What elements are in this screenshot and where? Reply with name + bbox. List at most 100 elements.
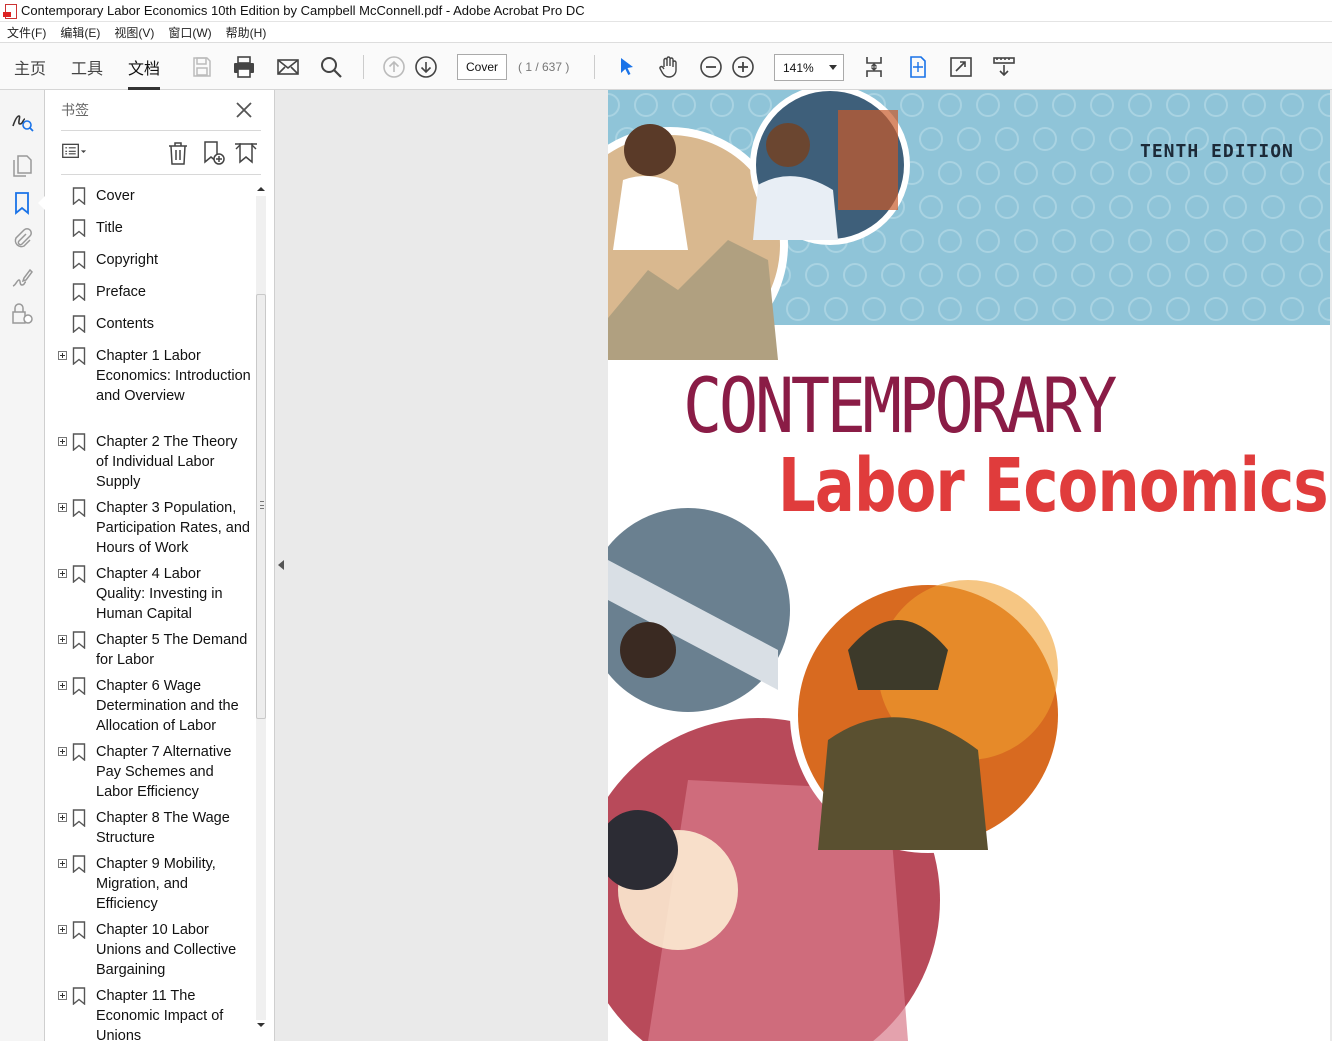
author-1: Campbell R. McConnell [996,851,1280,886]
bookmarks-panel: 书签 Cover Title Copyright Preface Contents Cha… [45,90,275,1041]
toolbar-separator [594,55,595,79]
expand-plus-icon[interactable] [58,569,67,578]
tab-home[interactable]: 主页 [14,43,46,90]
bookmark-label: Copyright [96,252,159,268]
tab-document[interactable]: 文档 [128,43,161,90]
author-2-last: Brue [1218,896,1280,931]
menu-file[interactable]: 文件(F) [0,24,53,41]
photo-teacher-shirt [613,176,688,250]
expand-plus-icon[interactable] [58,635,67,644]
expand-bookmark-icon[interactable] [233,140,259,166]
bookmark-icon [72,283,86,302]
bookmark-label: Cover [96,188,135,204]
main-toolbar: 主页 工具 文档 Cover ( 1 / 637 ) 141% [0,42,1332,90]
author-3-first: David A. [1014,940,1113,975]
navigation-pane-rail [0,90,45,1041]
bookmark-label: Chapter 8 The Wage Structure [96,810,230,846]
window-titlebar: Contemporary Labor Economics 10th Editio… [0,0,1332,22]
bookmark-icon [72,315,86,334]
email-icon[interactable] [275,54,301,80]
scroll-up-icon[interactable] [257,187,265,191]
panel-divider [61,130,261,131]
zoom-out-icon[interactable] [698,54,724,80]
bookmarks-icon[interactable] [10,191,36,217]
zoom-in-icon[interactable] [730,54,756,80]
tab-tools[interactable]: 工具 [71,43,103,90]
full-screen-icon[interactable] [948,54,974,80]
hand-tool-icon[interactable] [655,54,681,80]
expand-plus-icon[interactable] [58,747,67,756]
panel-title: 书签 [61,103,89,119]
expand-plus-icon[interactable] [58,859,67,868]
author-1-first: Campbell R. [996,851,1137,886]
active-pane-pointer [38,196,45,210]
bookmark-label: Chapter 9 Mobility, Migration, and Effic… [96,856,216,912]
bookmark-icon [72,677,86,696]
chevron-down-icon [829,65,837,70]
save-icon[interactable] [189,54,215,80]
author-2-first: Stanley L. [1094,896,1211,931]
bookmark-label: Chapter 1 Labor Economics: Introduction … [96,348,251,404]
delete-bookmark-icon[interactable] [165,140,191,166]
bookmark-icon [72,987,86,1006]
expand-plus-icon[interactable] [58,351,67,360]
toolbar-separator [363,55,364,79]
collapse-panel-icon[interactable] [278,560,284,570]
photo-technician-shirt [753,176,838,240]
bookmark-icon [72,347,86,366]
menu-help[interactable]: 帮助(H) [219,24,274,41]
next-page-icon[interactable] [413,54,439,80]
expand-plus-icon[interactable] [58,437,67,446]
menu-bar: 文件(F) 编辑(E) 视图(V) 窗口(W) 帮助(H) [0,22,1332,42]
select-cursor-icon[interactable] [613,54,639,80]
bookmark-label: Chapter 7 Alternative Pay Schemes and La… [96,744,232,800]
bookmark-options-icon[interactable] [61,140,87,166]
scrolling-mode-icon[interactable] [861,54,887,80]
attachments-icon[interactable] [10,227,36,253]
expand-plus-icon[interactable] [58,681,67,690]
print-icon[interactable] [231,54,257,80]
grip-icon [260,501,264,509]
photo-worker-head [620,622,676,678]
page-count: ( 1 / 637 ) [518,60,570,74]
photo-technician-head [766,123,810,167]
new-bookmark-icon[interactable] [200,140,226,166]
bookmark-label: Chapter 4 Labor Quality: Investing in Hu… [96,566,223,622]
bookmark-scrollbar[interactable] [255,184,267,1030]
expand-plus-icon[interactable] [58,813,67,822]
signature-search-icon[interactable] [10,108,36,134]
cover-title-line1: CONTEMPORARY [683,361,1117,450]
photo-teacher-head [624,124,676,176]
bookmark-label: Chapter 3 Population, Participation Rate… [96,500,250,556]
menu-window[interactable]: 窗口(W) [161,24,218,41]
close-icon[interactable] [234,100,254,120]
pdf-page-cover[interactable]: TENTH EDITION CONTEMPORARY Labor Economi… [608,90,1330,1041]
bookmark-label: Chapter 10 Labor Unions and Collective B… [96,922,237,978]
expand-plus-icon[interactable] [58,925,67,934]
author-2: Stanley L. Brue [1095,896,1280,931]
search-icon[interactable] [318,54,344,80]
signatures-icon[interactable] [10,266,36,292]
cover-title-line2: Labor Economics [778,443,1329,529]
page-thumbnails-icon[interactable] [10,154,36,180]
page-number-input[interactable]: Cover [457,54,507,80]
bookmark-label: Chapter 2 The Theory of Individual Labor… [96,434,238,490]
menu-view[interactable]: 视图(V) [107,24,161,41]
security-icon[interactable] [10,302,36,328]
zoom-select[interactable]: 141% [774,54,844,81]
bookmark-icon [72,565,86,584]
bookmark-icon [72,187,86,206]
scroll-thumb[interactable] [256,294,266,719]
expand-plus-icon[interactable] [58,991,67,1000]
bookmark-icon [72,219,86,238]
scroll-down-icon[interactable] [257,1023,265,1027]
expand-plus-icon[interactable] [58,503,67,512]
bookmark-label: Preface [96,284,146,300]
bookmark-icon [72,855,86,874]
fit-page-icon[interactable] [905,54,931,80]
bookmark-label: Chapter 5 The Demand for Labor [96,632,248,668]
previous-page-icon[interactable] [381,54,407,80]
author-3-last: Macpherson [1119,940,1280,975]
more-tools-icon[interactable] [991,54,1017,80]
menu-edit[interactable]: 编辑(E) [53,24,107,41]
